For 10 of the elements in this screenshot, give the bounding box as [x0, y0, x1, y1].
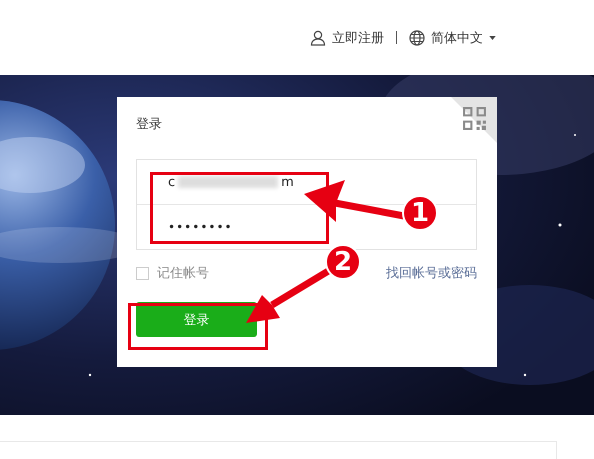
forgot-link[interactable]: 找回帐号或密码	[386, 264, 477, 282]
globe-icon	[409, 30, 425, 46]
remember-checkbox[interactable]	[136, 266, 149, 280]
register-link[interactable]: 立即注册	[310, 28, 384, 46]
remember-label: 记住帐号	[157, 265, 209, 282]
user-icon	[310, 30, 326, 46]
login-title: 登录	[136, 116, 163, 133]
qr-code-icon[interactable]	[462, 106, 487, 131]
caret-icon	[489, 36, 496, 40]
language-selector[interactable]: 简体中文	[409, 28, 496, 46]
